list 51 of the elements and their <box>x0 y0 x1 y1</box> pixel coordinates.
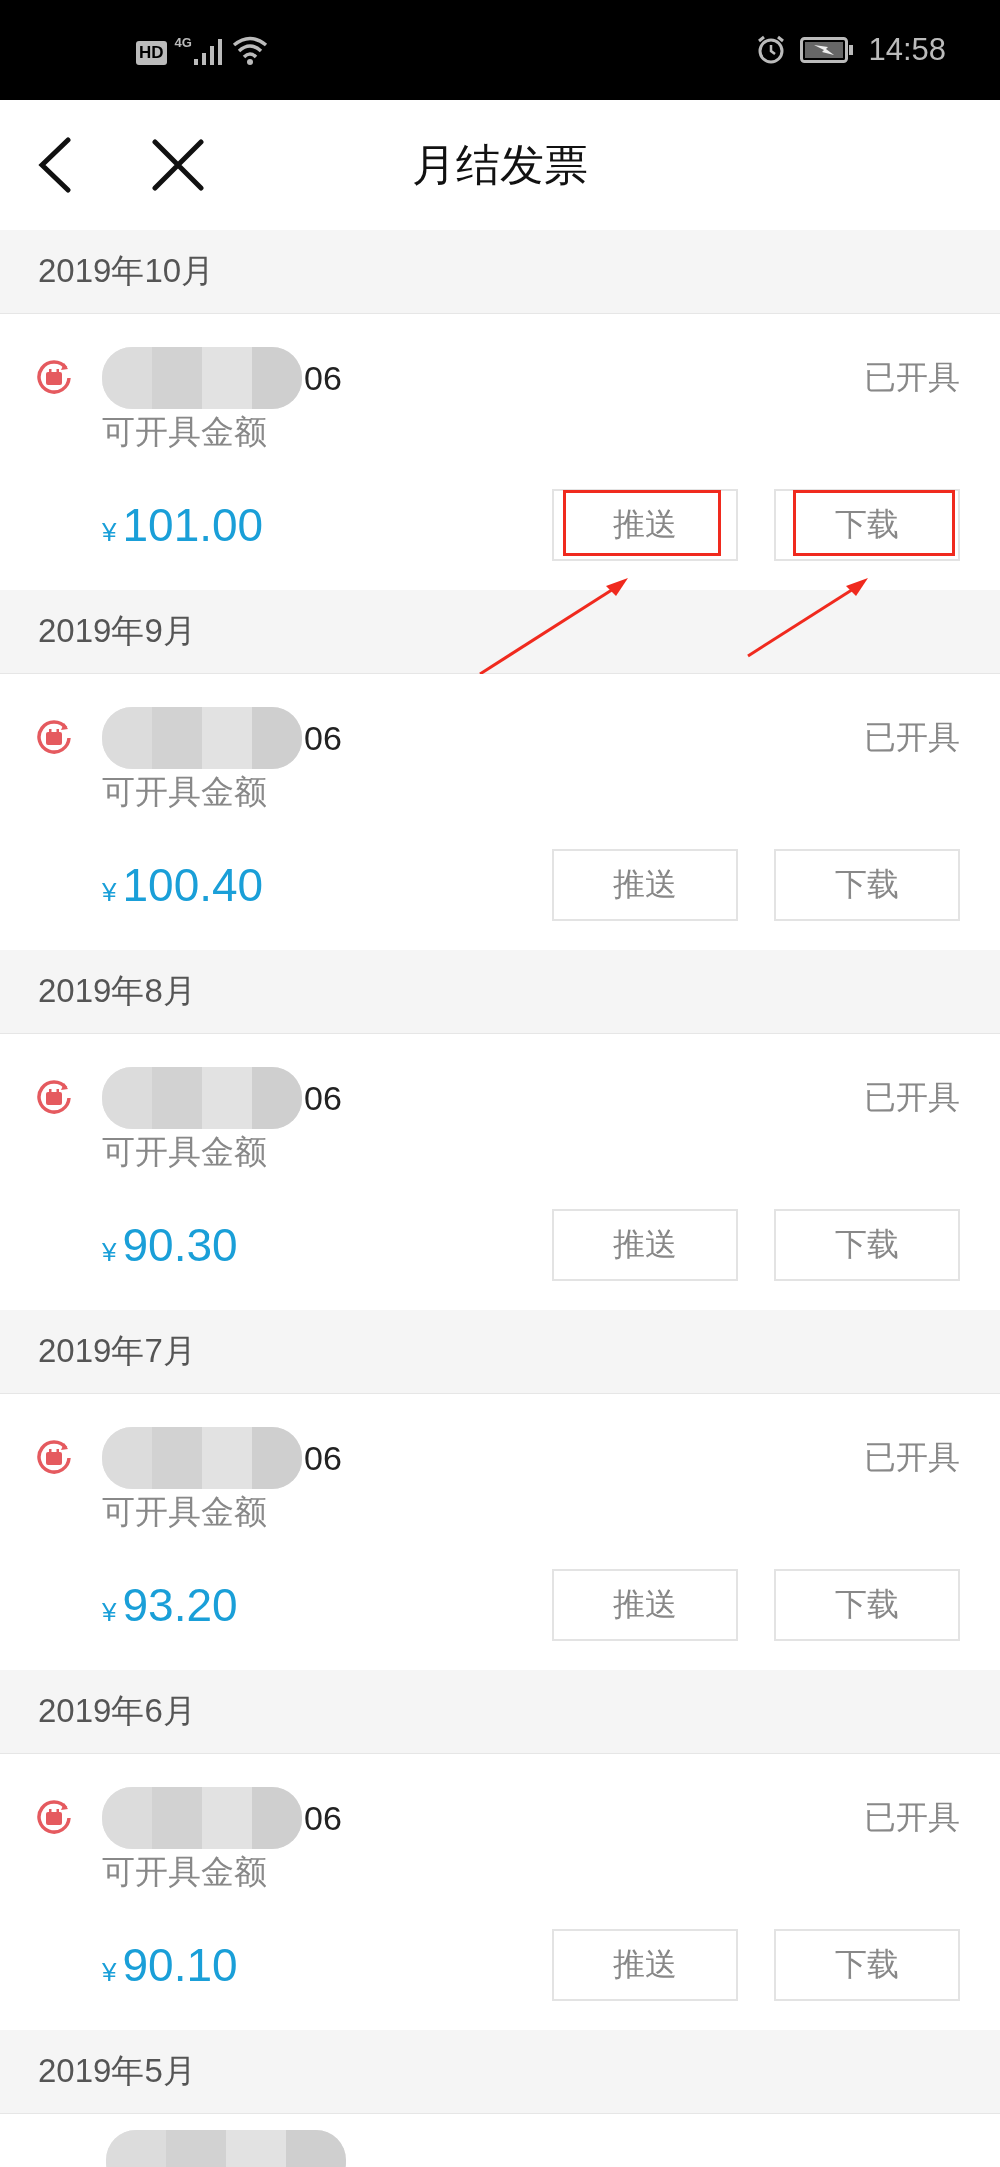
amount-label: 可开具金额 <box>102 772 268 812</box>
battery-icon <box>800 37 855 63</box>
invoice-status: 已开具 <box>864 358 960 397</box>
amount-label: 可开具金额 <box>102 1852 268 1892</box>
amount-label: 可开具金额 <box>102 412 268 452</box>
invoice-number: 06 <box>304 718 342 758</box>
calendar-icon <box>36 1440 72 1476</box>
back-icon[interactable] <box>38 137 72 193</box>
amount-label: 可开具金额 <box>102 1132 268 1172</box>
action-button[interactable]: 下载 <box>774 1569 960 1641</box>
calendar-icon <box>36 1800 72 1836</box>
action-button[interactable]: 下载 <box>774 849 960 921</box>
invoice-number: 06 <box>304 1438 342 1478</box>
invoice-status: 已开具 <box>864 1438 960 1477</box>
month-label: 2019年7月 <box>38 1331 196 1371</box>
action-button[interactable]: 推送 <box>552 1929 738 2001</box>
month-label: 2019年5月 <box>38 2051 196 2091</box>
invoice-number: 06 <box>304 1078 342 1118</box>
action-button[interactable]: 推送 <box>552 1569 738 1641</box>
clock-time: 14:58 <box>868 32 946 68</box>
invoice-number: 06 <box>304 1798 342 1838</box>
page-title: 月结发票 <box>412 138 588 191</box>
month-label: 2019年8月 <box>38 971 196 1011</box>
calendar-icon <box>36 360 72 396</box>
invoice-amount: ¥100.40 <box>102 858 264 912</box>
calendar-icon <box>36 720 72 756</box>
signal-icon <box>193 37 224 65</box>
action-button[interactable]: 下载 <box>774 1209 960 1281</box>
invoice-amount: ¥101.00 <box>102 498 264 552</box>
month-label: 2019年6月 <box>38 1691 196 1731</box>
action-button[interactable]: 下载 <box>774 489 960 561</box>
hd-badge: HD <box>136 41 167 65</box>
month-label: 2019年10月 <box>38 251 215 291</box>
invoice-amount: ¥90.30 <box>102 1218 238 1272</box>
amount-label: 可开具金额 <box>102 1492 268 1532</box>
month-label: 2019年9月 <box>38 611 196 651</box>
invoice-number: 06 <box>304 358 342 398</box>
action-button[interactable]: 下载 <box>774 1929 960 2001</box>
calendar-icon <box>36 1080 72 1116</box>
invoice-status: 已开具 <box>864 1798 960 1837</box>
action-button[interactable]: 推送 <box>552 1209 738 1281</box>
invoice-status: 已开具 <box>864 718 960 757</box>
alarm-icon <box>756 35 787 65</box>
close-icon[interactable] <box>152 139 204 191</box>
invoice-amount: ¥93.20 <box>102 1578 238 1632</box>
network-label: 4G <box>174 35 192 50</box>
action-button[interactable]: 推送 <box>552 489 738 561</box>
action-button[interactable]: 推送 <box>552 849 738 921</box>
wifi-icon <box>231 35 268 65</box>
invoice-status: 已开具 <box>864 1078 960 1117</box>
invoice-amount: ¥90.10 <box>102 1938 238 1992</box>
